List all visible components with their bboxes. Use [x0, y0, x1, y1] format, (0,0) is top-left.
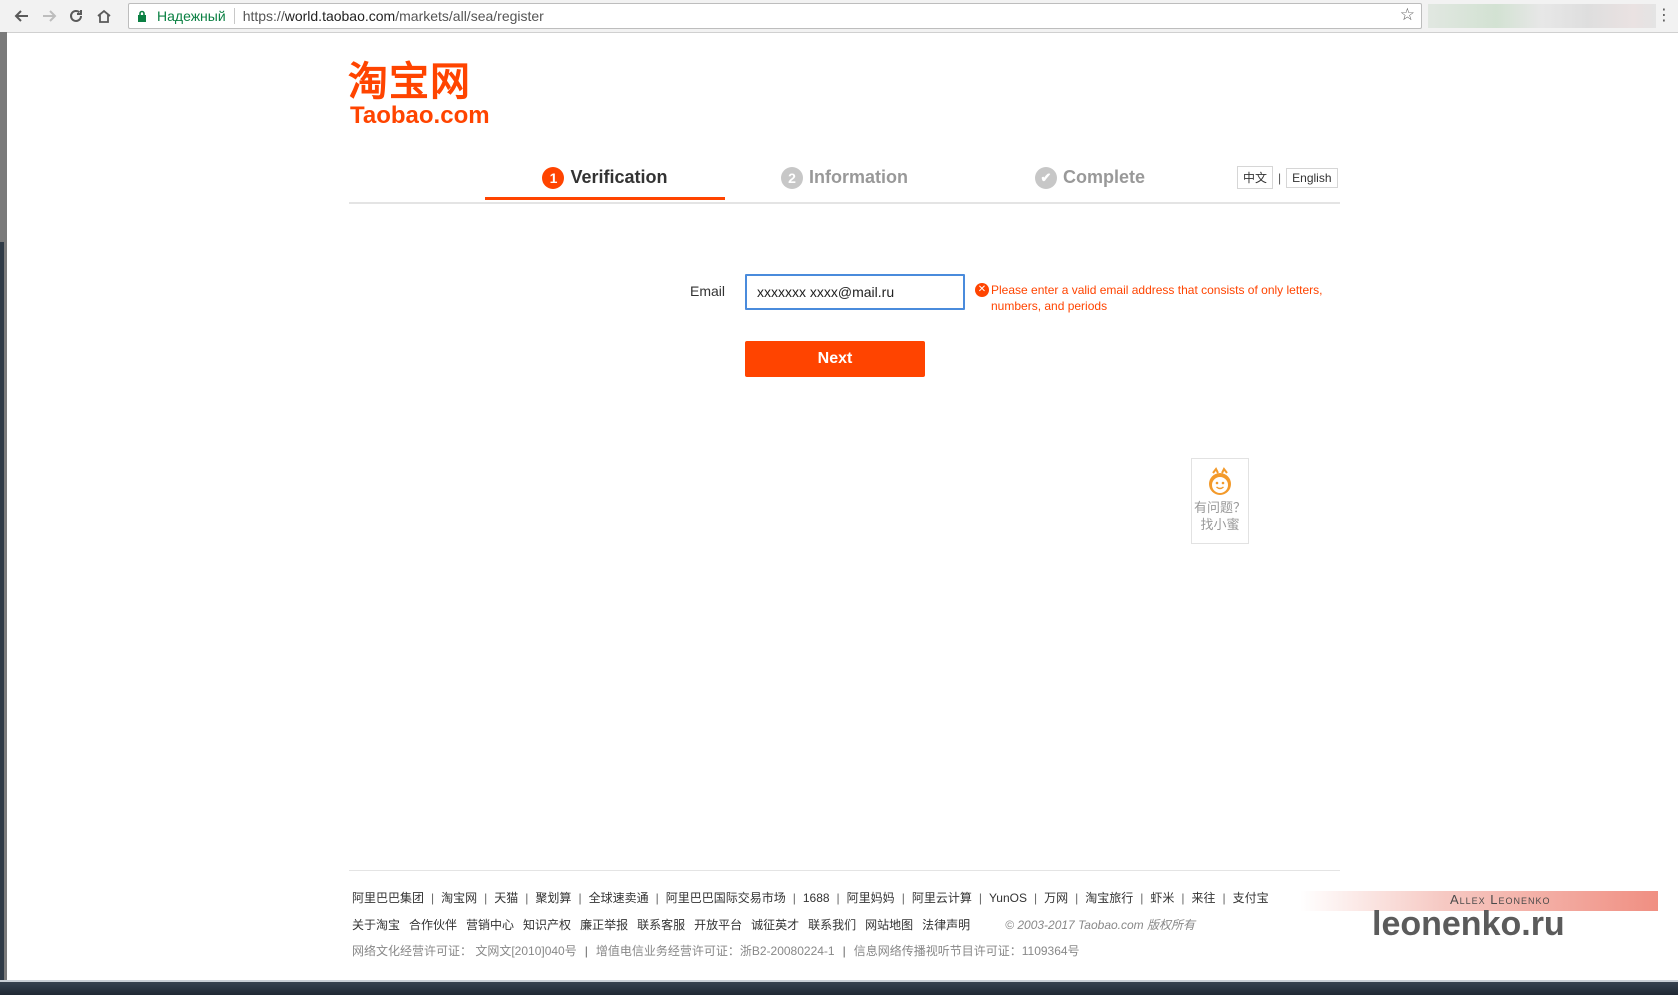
footer-link[interactable]: 诚征英才 — [751, 916, 799, 933]
footer-separator: | — [836, 891, 840, 905]
footer-separator: | — [792, 891, 796, 905]
footer-link[interactable]: 阿里巴巴国际交易市场 — [666, 889, 786, 906]
error-message: Please enter a valid email address that … — [991, 283, 1323, 313]
step-label-verification: Verification — [570, 167, 668, 187]
watermark-site: leonenko.ru — [1372, 905, 1565, 943]
footer-license-row: 网络文化经营许可证： 文网文[2010]040号 | 增值电信业务经营许可证：浙B2… — [352, 942, 1080, 959]
footer-link[interactable]: 阿里云计算 — [912, 889, 972, 906]
footer-link[interactable]: 虾米 — [1150, 889, 1174, 906]
email-label: Email — [690, 283, 726, 299]
footer-link[interactable]: 万网 — [1044, 889, 1068, 906]
extensions-area[interactable] — [1428, 4, 1656, 28]
footer-separator: | — [1140, 891, 1144, 905]
footer-separator: | — [1222, 891, 1226, 905]
url-text[interactable]: https://world.taobao.com/markets/all/sea… — [243, 8, 544, 24]
footer-link[interactable]: 来往 — [1192, 889, 1216, 906]
footer-separator: | — [431, 891, 435, 905]
assistant-face-icon — [1205, 467, 1235, 497]
star-icon[interactable]: ☆ — [1400, 5, 1415, 25]
checkmark-icon: ✔ — [1035, 167, 1057, 189]
footer-license: 信息网络传播视听节目许可证：1109364号 — [853, 944, 1080, 958]
browser-toolbar: Надежный https://world.taobao.com/market… — [0, 0, 1678, 33]
footer-separator: | — [655, 891, 659, 905]
footer-links-row-1: 阿里巴巴集团 | 淘宝网 | 天猫 | 聚划算 | 全球速卖通 | 阿里巴巴国际交易市场 | 1688 |… — [352, 889, 1269, 906]
footer-link[interactable]: 营销中心 — [466, 916, 514, 933]
footer-link[interactable]: 廉正举报 — [580, 916, 628, 933]
taobao-logo[interactable]: 淘宝网 Taobao.com — [348, 60, 508, 130]
url-path: /markets/all/sea/register — [395, 8, 544, 24]
registration-steps: 1 Verification 2 Information ✔ Complete — [349, 159, 1340, 204]
help-assistant-widget[interactable]: 有问题？ 找小蜜 — [1191, 458, 1249, 544]
step-number-2: 2 — [781, 167, 803, 189]
back-arrow-icon[interactable] — [10, 4, 34, 28]
language-english-button[interactable]: English — [1286, 167, 1338, 188]
footer-link[interactable]: 支付宝 — [1233, 889, 1269, 906]
footer-separator: | — [1075, 891, 1079, 905]
helper-line-2: 找小蜜 — [1200, 517, 1240, 532]
step-label-complete: Complete — [1063, 167, 1146, 187]
logo-english: Taobao.com — [350, 102, 490, 129]
helper-line-1: 有问题？ — [1193, 500, 1246, 515]
footer-link[interactable]: 阿里巴巴集团 — [352, 889, 424, 906]
taskbar-edge-line — [0, 980, 1678, 982]
reload-icon[interactable] — [64, 4, 88, 28]
footer-copyright: © 2003-2017 Taobao.com 版权所有 — [1005, 918, 1196, 932]
email-error: ✕ Please enter a valid email address tha… — [975, 282, 1330, 314]
error-icon: ✕ — [975, 283, 989, 297]
step-information: 2 Information — [781, 159, 908, 200]
footer-link[interactable]: 1688 — [803, 891, 830, 905]
forward-arrow-icon[interactable] — [37, 4, 61, 28]
footer-links-row-2: 关于淘宝 合作伙伴 营销中心 知识产权 廉正举报 联系客服 开放平台 诚征英才 联系我们 网站地图… — [352, 916, 1195, 933]
window-frame-left — [0, 32, 7, 995]
footer-license: 网络文化经营许可证： 文网文[2010]040号 — [352, 944, 577, 958]
url-prefix: https:// — [242, 8, 285, 24]
footer-separator: | — [1181, 891, 1185, 905]
footer-link[interactable]: 合作伙伴 — [409, 916, 457, 933]
footer-link[interactable]: 淘宝旅行 — [1085, 889, 1133, 906]
footer-separator: | — [842, 944, 846, 958]
footer-link[interactable]: 联系客服 — [637, 916, 685, 933]
footer-link[interactable]: YunOS — [989, 891, 1027, 905]
footer-separator: | — [484, 891, 488, 905]
language-chinese-button[interactable]: 中文 — [1237, 166, 1274, 189]
step-complete: ✔ Complete — [1035, 159, 1145, 200]
email-field[interactable] — [745, 274, 965, 310]
footer-link[interactable]: 全球速卖通 — [589, 889, 649, 906]
lock-icon — [137, 10, 151, 23]
footer-link[interactable]: 淘宝网 — [441, 889, 477, 906]
footer-separator: | — [901, 891, 905, 905]
footer-link[interactable]: 聚划算 — [535, 889, 571, 906]
footer-license: 增值电信业务经营许可证：浙B2-20080224-1 — [595, 944, 835, 958]
secure-label: Надежный — [157, 8, 226, 24]
address-bar[interactable]: Надежный https://world.taobao.com/market… — [128, 3, 1422, 29]
footer-separator: | — [525, 891, 529, 905]
step-label-information: Information — [809, 167, 908, 187]
step-number-1: 1 — [542, 167, 565, 189]
address-divider — [233, 8, 235, 24]
footer-link[interactable]: 关于淘宝 — [352, 916, 400, 933]
footer-link[interactable]: 网站地图 — [865, 916, 913, 933]
logo-chinese: 淘宝网 — [348, 59, 471, 105]
footer-separator: | — [978, 891, 982, 905]
language-divider: | — [1278, 170, 1282, 185]
footer: 阿里巴巴集团 | 淘宝网 | 天猫 | 聚划算 | 全球速卖通 | 阿里巴巴国际交易市场 | 1688 |… — [349, 870, 1340, 958]
taskbar-edge — [0, 980, 1678, 995]
footer-link[interactable]: 开放平台 — [694, 916, 742, 933]
footer-link[interactable]: 法律声明 — [922, 916, 970, 933]
footer-separator: | — [578, 891, 582, 905]
footer-separator: | — [584, 944, 588, 958]
footer-separator: | — [1033, 891, 1038, 905]
language-switcher: 中文 | English — [1237, 166, 1338, 189]
home-icon[interactable] — [92, 4, 116, 28]
footer-link[interactable]: 阿里妈妈 — [847, 889, 895, 906]
next-button[interactable]: Next — [745, 341, 925, 377]
menu-icon[interactable]: ⋮ — [1656, 5, 1672, 24]
footer-link[interactable]: 联系我们 — [808, 916, 856, 933]
footer-link[interactable]: 天猫 — [494, 889, 518, 906]
step-verification: 1 Verification — [485, 159, 725, 200]
url-host: world.taobao.com — [284, 8, 396, 24]
footer-link[interactable]: 知识产权 — [523, 916, 571, 933]
